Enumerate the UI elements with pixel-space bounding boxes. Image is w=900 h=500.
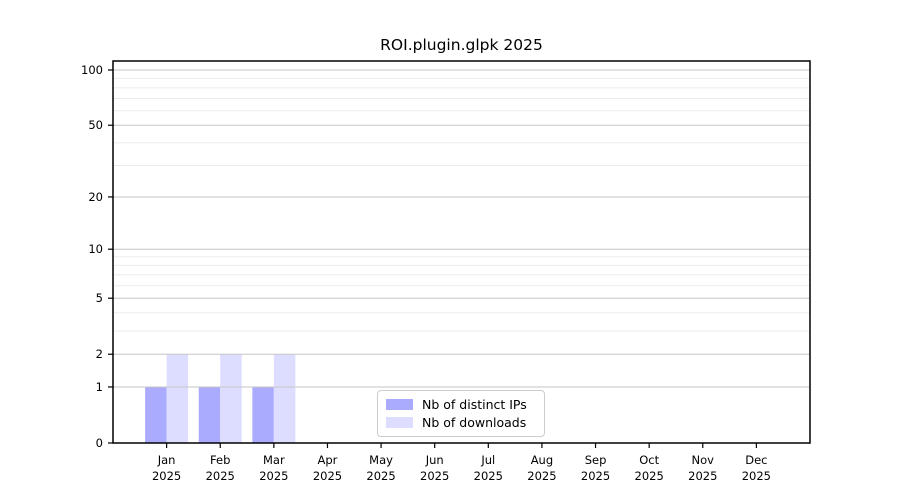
figure: ROI.plugin.glpk 2025 0 1 2 5 10 20 50 100 Jan 202…: [0, 0, 900, 500]
bar-downloads-jan: [166, 354, 189, 443]
legend-item-downloads: Nb of downloads: [386, 415, 536, 430]
y-tick-label-5: 5: [96, 291, 103, 305]
x-tick-label-month-oct: Oct: [639, 453, 659, 467]
legend-swatch-downloads: [386, 417, 413, 428]
y-tick-label-2: 2: [96, 347, 103, 361]
bar-distinct-ips-mar: [252, 386, 274, 443]
x-tick-label-month-apr: Apr: [318, 453, 338, 467]
x-tick-label-year-feb: 2025: [206, 469, 235, 483]
legend: Nb of distinct IPs Nb of downloads: [377, 390, 545, 437]
y-tick-label-10: 10: [88, 242, 103, 256]
x-tick-label-year-nov: 2025: [688, 469, 717, 483]
x-tick-label-month-jan: Jan: [157, 453, 176, 467]
x-tick-label-year-sep: 2025: [581, 469, 610, 483]
y-tick-label-1: 1: [96, 380, 103, 394]
legend-label-distinct-ips: Nb of distinct IPs: [422, 397, 527, 412]
x-tick-label-year-jan: 2025: [152, 469, 181, 483]
bar-downloads-mar: [273, 354, 296, 443]
bar-distinct-ips-jan: [145, 386, 167, 443]
plot-border: [112, 60, 811, 444]
x-tick-label-year-aug: 2025: [527, 469, 556, 483]
x-tick-label-month-feb: Feb: [210, 453, 230, 467]
x-tick-label-year-apr: 2025: [313, 469, 342, 483]
x-tick-label-year-oct: 2025: [635, 469, 664, 483]
legend-swatch-distinct-ips: [386, 399, 413, 410]
bar-distinct-ips-feb: [198, 386, 221, 443]
x-tick-label-year-jun: 2025: [420, 469, 449, 483]
x-tick-label-year-may: 2025: [366, 469, 395, 483]
y-tick-label-20: 20: [88, 190, 103, 204]
x-tick-label-month-may: May: [369, 453, 393, 467]
x-tick-label-month-aug: Aug: [531, 453, 553, 467]
x-tick-label-month-jul: Jul: [480, 453, 495, 467]
x-tick-label-month-nov: Nov: [692, 453, 715, 467]
x-tick-label-year-mar: 2025: [259, 469, 288, 483]
y-tick-label-0: 0: [96, 436, 103, 450]
y-tick-label-100: 100: [81, 63, 103, 77]
x-tick-label-year-dec: 2025: [742, 469, 771, 483]
x-tick-label-month-sep: Sep: [585, 453, 607, 467]
x-tick-label-month-dec: Dec: [745, 453, 767, 467]
x-tick-label-month-mar: Mar: [263, 453, 285, 467]
x-tick-label-month-jun: Jun: [425, 453, 444, 467]
legend-item-distinct-ips: Nb of distinct IPs: [386, 397, 536, 412]
y-tick-label-50: 50: [88, 118, 103, 132]
legend-label-downloads: Nb of downloads: [422, 415, 527, 430]
x-tick-label-year-jul: 2025: [474, 469, 503, 483]
bar-downloads-feb: [220, 354, 242, 443]
